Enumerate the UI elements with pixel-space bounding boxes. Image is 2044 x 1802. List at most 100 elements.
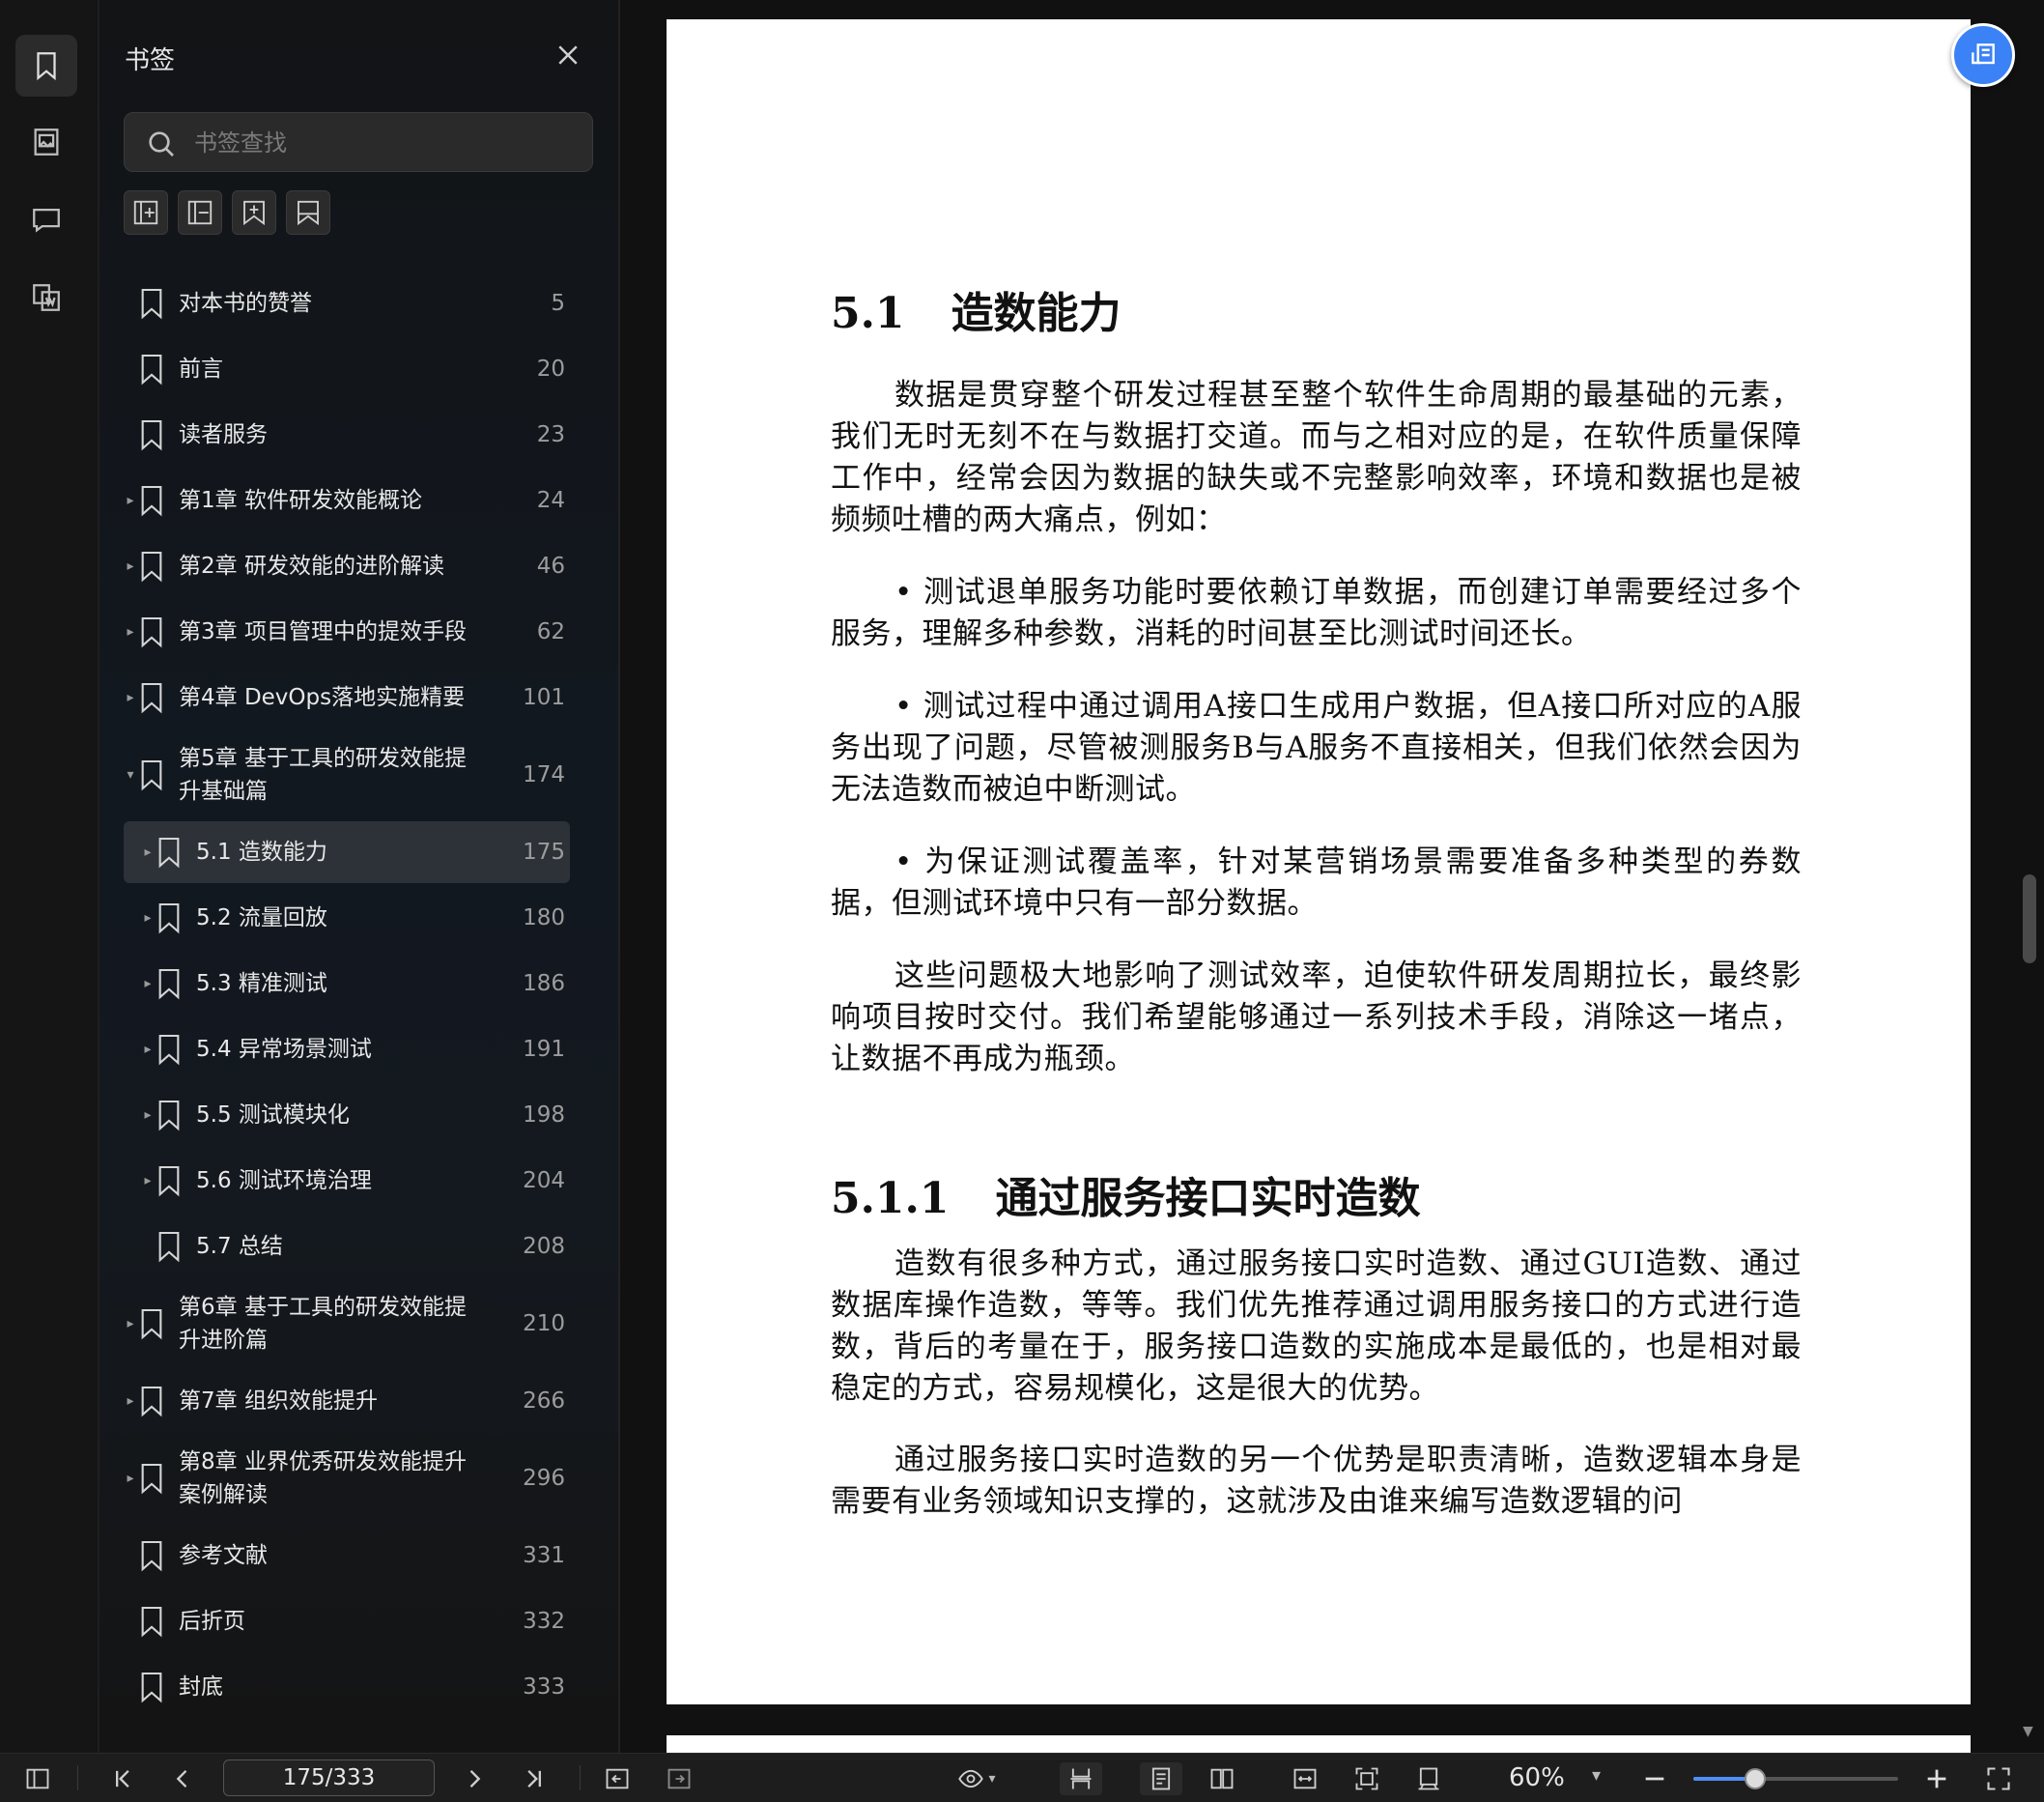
zoom-in-button[interactable]: [1920, 1762, 1953, 1795]
image-icon: [34, 129, 59, 156]
bookmark-icon: [158, 1100, 180, 1131]
document-scrollbar[interactable]: [2023, 874, 2036, 963]
forward-button[interactable]: [663, 1762, 696, 1795]
rotate-icon: [1418, 1767, 1439, 1790]
fit-page-button[interactable]: [1350, 1762, 1383, 1795]
previous-page-button[interactable]: [166, 1762, 199, 1795]
expand-arrow-icon[interactable]: ▸: [124, 1471, 137, 1486]
expand-arrow-icon[interactable]: ▸: [141, 976, 155, 991]
bookmark-label: 第8章 业界优秀研发效能提升案例解读: [179, 1449, 467, 1507]
two-page-button[interactable]: [1206, 1762, 1238, 1795]
bookmark-item[interactable]: 封底 333: [99, 1654, 597, 1720]
floating-convert-button[interactable]: [1951, 23, 2015, 87]
convert-panel-button[interactable]: [15, 267, 77, 329]
icon-rail: [0, 0, 99, 1753]
back-button[interactable]: [601, 1762, 634, 1795]
bookmark-icon: [141, 288, 162, 320]
collapse-all-button[interactable]: [178, 190, 222, 235]
zoom-out-button[interactable]: [1638, 1762, 1671, 1795]
bookmark-item[interactable]: ▸ 第7章 组织效能提升 266: [99, 1368, 597, 1434]
view-mode-button[interactable]: ▾: [951, 1762, 1003, 1795]
continuous-scroll-button[interactable]: [1060, 1762, 1102, 1795]
expand-all-button[interactable]: [124, 190, 168, 235]
expand-arrow-icon[interactable]: ▸: [124, 493, 137, 508]
bookmark-label: 第5章 基于工具的研发效能提升基础篇: [179, 746, 467, 804]
page-number-input[interactable]: 175/333: [223, 1759, 435, 1796]
add-bookmark-icon: [243, 200, 265, 226]
search-input[interactable]: [192, 123, 582, 163]
expand-arrow-icon[interactable]: ▾: [124, 767, 137, 783]
bookmark-item[interactable]: ▾ 第5章 基于工具的研发效能提升基础篇 174: [99, 730, 597, 819]
bookmark-item[interactable]: 读者服务 23: [99, 402, 597, 468]
bookmark-button[interactable]: [286, 190, 330, 235]
bookmark-item[interactable]: ▸ 第8章 业界优秀研发效能提升案例解读 296: [99, 1434, 597, 1523]
bookmark-item[interactable]: 对本书的赞誉 5: [99, 271, 597, 336]
expand-arrow-icon[interactable]: ▸: [141, 1042, 155, 1057]
chevron-right-icon: [469, 1770, 481, 1788]
expand-arrow-icon[interactable]: ▸: [124, 558, 137, 574]
bookmark-icon: [37, 52, 56, 81]
bookmark-item[interactable]: 前言 20: [99, 336, 597, 402]
bookmark-page-number: 24: [536, 488, 565, 513]
scroll-down-icon[interactable]: ▼: [2023, 1724, 2033, 1739]
close-icon[interactable]: [554, 41, 582, 70]
bookmark-item[interactable]: ▸ 第1章 软件研发效能概论 24: [99, 468, 597, 533]
bookmark-icon: [141, 1672, 162, 1703]
expand-arrow-icon[interactable]: ▸: [124, 1316, 137, 1331]
eye-icon: [958, 1769, 984, 1788]
bookmark-item[interactable]: ▸ 5.2 流量回放 180: [99, 885, 597, 951]
bookmark-icon: [141, 759, 162, 791]
bookmark-page-number: 204: [523, 1168, 565, 1193]
expand-arrow-icon[interactable]: ▸: [141, 1107, 155, 1123]
first-page-button[interactable]: [106, 1762, 139, 1795]
toggle-sidebar-button[interactable]: [21, 1762, 54, 1795]
bookmark-item[interactable]: 5.7 总结 208: [99, 1214, 597, 1279]
subsection-heading: 5.1.1 通过服务接口实时造数: [831, 1163, 1420, 1225]
bookmark-label: 封底: [179, 1674, 223, 1700]
bookmark-label: 5.1 造数能力: [196, 840, 327, 865]
expand-arrow-icon[interactable]: ▸: [124, 690, 137, 705]
bookmark-item[interactable]: ▸ 第3章 项目管理中的提效手段 62: [99, 599, 597, 665]
single-page-button[interactable]: [1140, 1762, 1182, 1795]
bookmark-label: 第4章 DevOps落地实施精要: [179, 685, 466, 710]
comment-panel-button[interactable]: [15, 188, 77, 250]
bookmark-item[interactable]: ▸ 第4章 DevOps落地实施精要 101: [99, 665, 597, 730]
bullet-paragraph: • 测试过程中通过调用A接口生成用户数据，但A接口所对应的A服务出现了问题，尽管…: [831, 689, 1802, 807]
zoom-slider-handle[interactable]: [1744, 1768, 1766, 1789]
chevron-down-icon[interactable]: ▾: [1592, 1765, 1601, 1786]
rotate-button[interactable]: [1412, 1762, 1445, 1795]
bookmark-list: 对本书的赞誉 5 前言 20 读者服务 23 ▸ 第1章 软件研发效能概论 24 ▸ 第2章 研发效…: [99, 271, 597, 1720]
bookmark-item[interactable]: ▸ 5.4 异常场景测试 191: [99, 1016, 597, 1082]
bookmark-page-number: 46: [536, 554, 565, 579]
bookmark-item[interactable]: ▸ 第2章 研发效能的进阶解读 46: [99, 533, 597, 599]
paragraph: 造数有很多种方式，通过服务接口实时造数、通过GUI造数、通过数据库操作造数，等等…: [831, 1246, 1802, 1406]
expand-arrow-icon[interactable]: ▸: [141, 1173, 155, 1188]
add-bookmark-button[interactable]: [232, 190, 276, 235]
bookmark-search: [124, 112, 593, 172]
expand-arrow-icon[interactable]: ▸: [141, 910, 155, 926]
bookmark-item[interactable]: ▸ 第6章 基于工具的研发效能提升进阶篇 210: [99, 1279, 597, 1368]
last-page-button[interactable]: [518, 1762, 551, 1795]
bookmark-item[interactable]: ▸ 5.5 测试模块化 198: [99, 1082, 597, 1148]
bookmark-page-number: 62: [536, 619, 565, 644]
expand-arrow-icon[interactable]: ▸: [141, 844, 155, 860]
bookmark-item[interactable]: 后折页 332: [99, 1588, 597, 1654]
bookmark-label: 第7章 组织效能提升: [179, 1388, 378, 1414]
plus-icon: [1927, 1769, 1946, 1788]
expand-arrow-icon[interactable]: ▸: [124, 1393, 137, 1409]
bookmark-item[interactable]: ▸ 5.1 造数能力 175: [99, 819, 597, 885]
zoom-slider[interactable]: [1693, 1768, 1898, 1789]
bookmark-item[interactable]: ▸ 5.3 精准测试 186: [99, 951, 597, 1016]
thumbnail-panel-button[interactable]: [15, 111, 77, 173]
fit-width-button[interactable]: [1289, 1762, 1321, 1795]
bookmark-item[interactable]: ▸ 5.6 测试环境治理 204: [99, 1148, 597, 1214]
expand-arrow-icon[interactable]: ▸: [124, 624, 137, 640]
bookmark-label: 5.5 测试模块化: [196, 1102, 350, 1128]
document-page: 5.1 造数能力 数据是贯穿整个研发过程甚至整个软件生命周期的最基础的元素，我们无…: [667, 19, 1971, 1704]
bookmark-item[interactable]: 参考文献 331: [99, 1523, 597, 1588]
next-page-button[interactable]: [458, 1762, 491, 1795]
bookmark-panel-button[interactable]: [15, 35, 77, 97]
bookmark-icon: [158, 902, 180, 934]
fullscreen-button[interactable]: [1982, 1762, 2015, 1795]
zoom-level[interactable]: 60%: [1509, 1763, 1565, 1792]
